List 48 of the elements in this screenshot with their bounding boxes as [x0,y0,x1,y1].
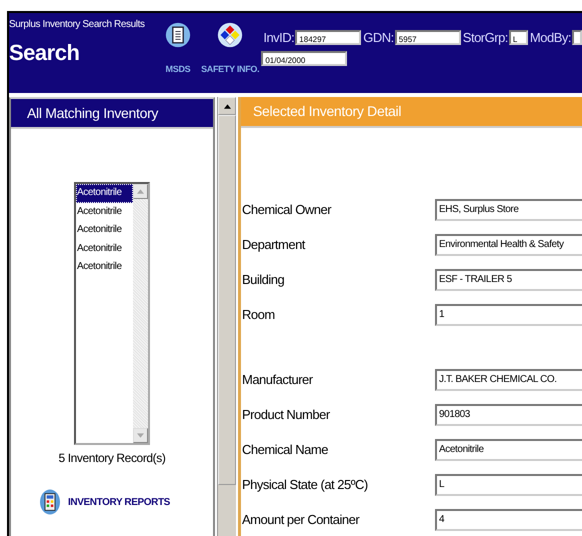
field-label: Building [241,272,286,287]
input-field[interactable]: J.T. BAKER CHEMICAL CO. [435,368,582,390]
list-item[interactable]: Acetonitrile [76,221,133,240]
input-field[interactable]: 5957 [394,30,461,45]
input-field[interactable]: 4 [435,508,582,530]
document-icon [164,22,191,48]
input-field[interactable]: 1 [435,304,582,326]
field-label: Physical State (at 25ºC) [241,477,369,492]
field-label: Chemical Name [241,442,329,457]
list-item[interactable]: Acetonitrile [76,258,133,276]
panel-header: Selected Inventory Detail [241,97,582,128]
calculator-icon [40,489,60,515]
field-label: Amount per Container [241,512,360,527]
input-field[interactable]: EHS, Surplus Store [435,198,582,220]
input-field[interactable] [572,30,582,45]
down-arrow-icon [137,433,144,438]
date-field[interactable]: 01/04/2000 [261,51,348,66]
field-label: ModBy: [530,30,571,45]
toolbar-link[interactable]: SAFETY INFO. [201,19,260,74]
field-label: Manufacturer [241,372,314,387]
input-field[interactable]: L [435,474,582,496]
field-label: StorGrp: [462,30,508,45]
field-label: InvID: [263,30,294,45]
panel-header: All Matching Inventory [11,99,213,129]
page-heading: Search [9,40,80,66]
up-arrow-icon [224,104,230,108]
list-box[interactable]: Acetonitrile Acetonitrile Acetonitrile Acetonitrile Acetonitrile [74,182,150,445]
input-field[interactable]: Acetonitrile [435,438,582,460]
toolbar-link[interactable]: MSDS [154,19,202,74]
list-item[interactable]: Acetonitrile [76,184,133,202]
app-title: Surplus Inventory Search Results [9,19,146,30]
record-count: 5 Inventory Record(s) [58,451,166,465]
scrollbar[interactable] [217,97,236,536]
list-item[interactable]: Acetonitrile [76,240,133,258]
reports-link[interactable]: INVENTORY REPORTS [68,496,170,508]
input-field[interactable]: ESF - TRAILER 5 [435,268,582,290]
field-label: Chemical Owner [241,202,332,217]
scrollbar[interactable] [133,184,148,443]
input-field[interactable]: L [508,30,528,45]
field-label: GDN: [363,30,394,45]
input-field[interactable]: 901803 [435,404,582,426]
field-label: Department [241,237,306,252]
up-arrow-icon [137,189,144,194]
list-item[interactable]: Acetonitrile [76,202,133,221]
field-label: Room [241,307,276,322]
input-field[interactable]: 184297 [295,30,362,45]
field-label: Product Number [241,407,331,422]
input-field[interactable]: Environmental Health & Safety [435,234,582,256]
